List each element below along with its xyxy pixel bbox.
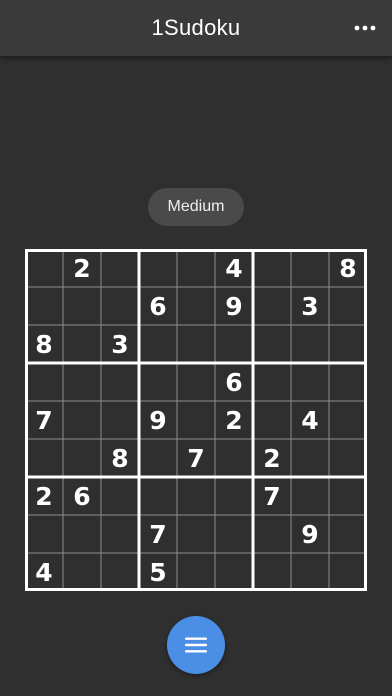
sudoku-cell[interactable] [329,439,367,477]
sudoku-cell[interactable]: 8 [329,249,367,287]
sudoku-cell[interactable] [291,363,329,401]
sudoku-cell[interactable] [101,249,139,287]
menu-icon [185,637,207,653]
sudoku-cell[interactable] [215,515,253,553]
sudoku-cell[interactable] [329,553,367,591]
sudoku-cell[interactable] [139,363,177,401]
difficulty-badge: Medium [148,188,244,226]
menu-button[interactable] [167,616,225,674]
sudoku-cell[interactable]: 7 [25,401,63,439]
sudoku-cell[interactable] [215,477,253,515]
sudoku-cell[interactable]: 4 [215,249,253,287]
sudoku-cell[interactable] [101,515,139,553]
sudoku-cell[interactable] [253,325,291,363]
sudoku-cell[interactable] [329,287,367,325]
sudoku-cell[interactable]: 4 [25,553,63,591]
sudoku-cell[interactable] [63,363,101,401]
sudoku-board: 24869383679248722677945 [25,249,367,591]
sudoku-cell[interactable] [177,325,215,363]
sudoku-cell[interactable] [177,287,215,325]
sudoku-cell[interactable] [291,325,329,363]
sudoku-cell[interactable]: 8 [25,325,63,363]
top-app-bar: 1Sudoku [0,0,392,56]
sudoku-app: 1Sudoku Medium 24869383679248722677945 [0,0,392,696]
sudoku-cell[interactable] [25,249,63,287]
sudoku-cell[interactable]: 8 [101,439,139,477]
sudoku-cell[interactable]: 2 [215,401,253,439]
sudoku-cell[interactable] [291,477,329,515]
sudoku-cell[interactable]: 3 [101,325,139,363]
sudoku-cell[interactable] [253,249,291,287]
sudoku-cell[interactable] [25,439,63,477]
sudoku-cell[interactable] [291,553,329,591]
sudoku-cell[interactable]: 9 [139,401,177,439]
sudoku-cell[interactable]: 6 [63,477,101,515]
sudoku-cell[interactable] [63,401,101,439]
sudoku-cell[interactable] [291,249,329,287]
sudoku-cell[interactable] [253,553,291,591]
sudoku-cell[interactable]: 7 [139,515,177,553]
sudoku-cell[interactable] [63,439,101,477]
sudoku-cell[interactable] [329,515,367,553]
sudoku-cell[interactable] [177,477,215,515]
sudoku-cell[interactable]: 3 [291,287,329,325]
sudoku-cell[interactable] [101,401,139,439]
sudoku-cell[interactable] [177,363,215,401]
sudoku-cell[interactable] [329,363,367,401]
sudoku-cell[interactable]: 2 [25,477,63,515]
sudoku-cell[interactable]: 2 [253,439,291,477]
sudoku-cell[interactable] [215,325,253,363]
sudoku-cell[interactable] [177,553,215,591]
app-title: 1Sudoku [151,15,241,40]
sudoku-cell[interactable] [139,325,177,363]
sudoku-cell[interactable] [329,477,367,515]
sudoku-cell[interactable] [139,249,177,287]
sudoku-cell[interactable] [177,249,215,287]
sudoku-cell[interactable] [139,477,177,515]
sudoku-cell[interactable] [63,287,101,325]
more-horizontal-icon [354,25,376,31]
sudoku-cell[interactable] [253,401,291,439]
sudoku-cell[interactable] [215,553,253,591]
sudoku-cell[interactable] [291,439,329,477]
sudoku-cell[interactable] [177,515,215,553]
sudoku-cell[interactable]: 7 [253,477,291,515]
sudoku-cell[interactable]: 4 [291,401,329,439]
sudoku-cell[interactable] [253,515,291,553]
sudoku-cell[interactable] [25,287,63,325]
sudoku-cell[interactable] [329,325,367,363]
sudoku-cell[interactable] [329,401,367,439]
more-options-button[interactable] [348,11,382,45]
sudoku-cell[interactable] [63,325,101,363]
sudoku-cell[interactable]: 7 [177,439,215,477]
sudoku-grid: 24869383679248722677945 [25,249,367,591]
sudoku-cell[interactable] [139,439,177,477]
sudoku-cell[interactable] [63,515,101,553]
sudoku-cell[interactable] [101,363,139,401]
sudoku-cell[interactable] [101,553,139,591]
sudoku-cell[interactable] [25,515,63,553]
sudoku-cell[interactable]: 6 [139,287,177,325]
sudoku-cell[interactable] [63,553,101,591]
sudoku-cell[interactable] [101,287,139,325]
sudoku-cell[interactable]: 6 [215,363,253,401]
sudoku-cell[interactable]: 5 [139,553,177,591]
sudoku-cell[interactable]: 9 [291,515,329,553]
sudoku-cell[interactable] [215,439,253,477]
sudoku-cell[interactable] [177,401,215,439]
sudoku-cell[interactable] [253,363,291,401]
sudoku-cell[interactable]: 2 [63,249,101,287]
sudoku-cell[interactable] [101,477,139,515]
sudoku-cell[interactable]: 9 [215,287,253,325]
sudoku-cell[interactable] [253,287,291,325]
sudoku-cell[interactable] [25,363,63,401]
